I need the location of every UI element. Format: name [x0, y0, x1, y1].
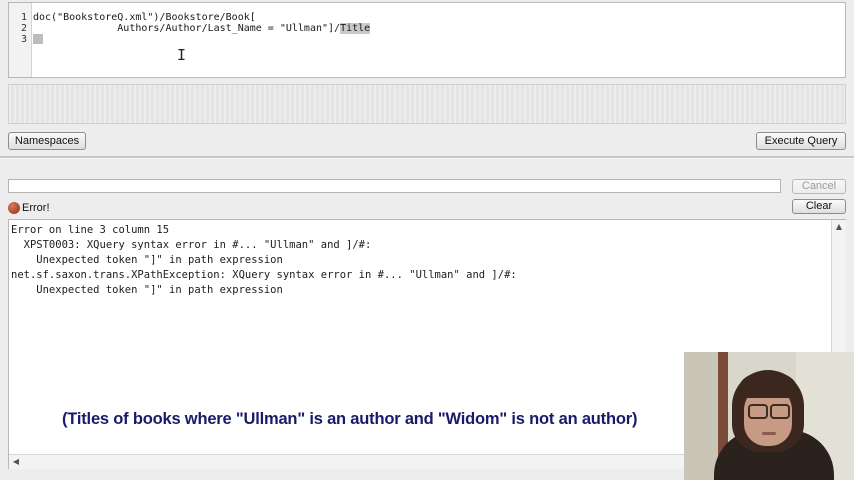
clear-button[interactable]: Clear	[792, 199, 846, 214]
presenter-webcam	[684, 352, 854, 480]
output-line: XPST0003: XQuery syntax error in #... "U…	[11, 239, 372, 251]
line-number: 1	[20, 12, 27, 23]
output-line: net.sf.saxon.trans.XPathException: XQuer…	[11, 269, 517, 281]
output-line: Error on line 3 column 15	[11, 224, 170, 236]
namespaces-button[interactable]: Namespaces	[8, 132, 86, 150]
output-line: Unexpected token "]" in path expression	[11, 284, 283, 296]
error-icon	[8, 202, 20, 214]
code-line-2-text: Authors/Author/Last_Name = "Ullman"	[33, 23, 329, 34]
ibeam-cursor-icon: I	[177, 46, 187, 64]
line-number: 2	[20, 23, 27, 34]
line-number: 3	[20, 34, 27, 45]
code-line-2[interactable]: Authors/Author/Last_Name = "Ullman"]/Tit…	[33, 23, 371, 34]
execute-query-button[interactable]: Execute Query	[756, 132, 846, 150]
line-number-gutter: 1 2 3	[9, 3, 32, 77]
query-editor[interactable]: 1 2 3 doc("BookstoreQ.xml")/Bookstore/Bo…	[8, 2, 846, 78]
splitter-highlight	[0, 158, 854, 159]
progress-bar	[8, 179, 781, 193]
error-status-label: Error!	[22, 202, 50, 214]
code-line-1[interactable]: doc("BookstoreQ.xml")/Bookstore/Book[	[33, 12, 256, 23]
code-line-3[interactable]	[33, 34, 43, 45]
lecture-caption: (Titles of books where "Ullman" is an au…	[62, 410, 638, 428]
text-cursor-block	[33, 34, 43, 44]
secondary-text-panel[interactable]	[8, 84, 846, 124]
output-line: Unexpected token "]" in path expression	[11, 254, 283, 266]
highlighted-title: Title	[340, 23, 371, 34]
scroll-left-arrow-icon[interactable]: ◀	[9, 455, 23, 469]
cancel-button[interactable]: Cancel	[792, 179, 846, 194]
scroll-up-arrow-icon[interactable]: ▲	[832, 220, 846, 234]
